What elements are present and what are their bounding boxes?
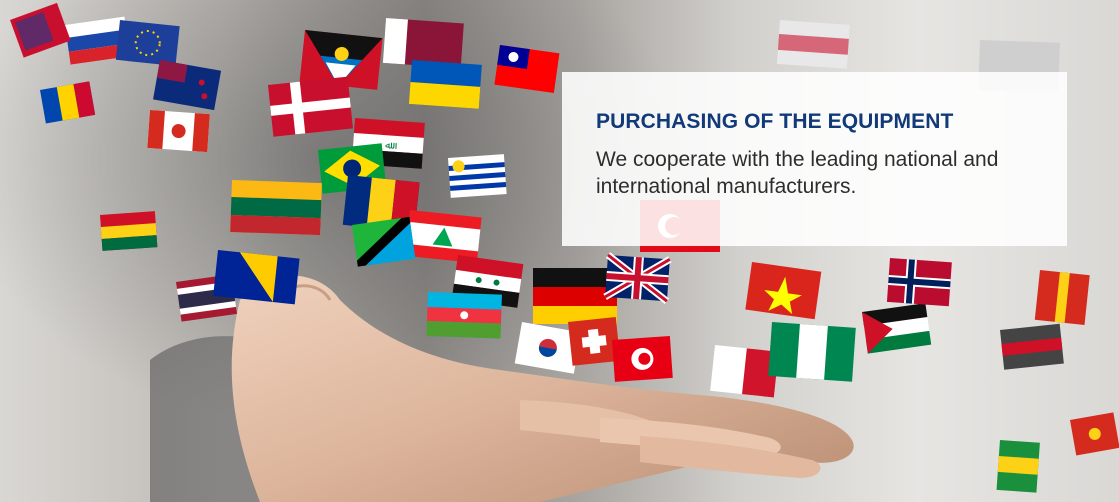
tanzania-flag [352, 216, 416, 267]
nepal-flag [10, 2, 71, 58]
panel-title: PURCHASING OF THE EQUIPMENT [596, 110, 954, 133]
eu-flag [115, 20, 180, 67]
uruguay-flag [448, 154, 507, 198]
moldova-flag [39, 81, 96, 124]
vietnam-flag [745, 262, 822, 320]
canada-flag [147, 109, 210, 153]
taiwan-flag [494, 44, 560, 93]
hero-banner: ﷲ PURCHASING OF THE EQUIPMENT We coopera… [0, 0, 1119, 502]
azerbaijan-flag [426, 292, 502, 339]
ukraine-flag [408, 59, 482, 109]
lithuania-flag [230, 180, 322, 236]
info-panel: PURCHASING OF THE EQUIPMENT We cooperate… [562, 72, 1067, 246]
norway-flag [886, 258, 952, 307]
denmark-flag [268, 76, 353, 137]
panel-description: We cooperate with the leading national a… [596, 148, 999, 198]
qatar-flag [382, 18, 464, 69]
ghana-flag [100, 211, 158, 251]
tunisia-flag [612, 335, 673, 382]
malta-flag [710, 345, 779, 398]
jordan-flag [862, 303, 932, 354]
uk-flag [603, 252, 672, 304]
bosnia-flag [213, 249, 300, 305]
lebanon-flag [405, 210, 482, 264]
nigeria-flag [768, 322, 856, 382]
new-zealand-flag [153, 59, 222, 111]
germany-flag [533, 268, 617, 324]
